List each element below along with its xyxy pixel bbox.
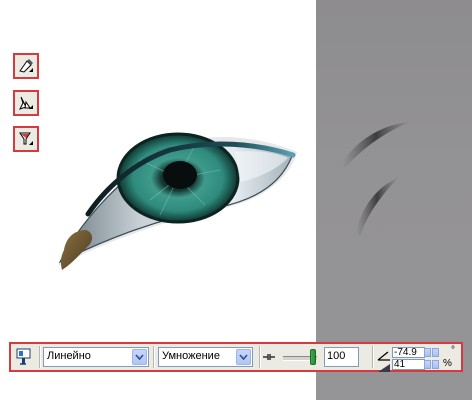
angle-icon <box>377 346 391 361</box>
edge-pad-field[interactable]: 41 <box>392 359 425 370</box>
opacity-value-field[interactable]: 100 <box>324 347 359 367</box>
eraser-pen-icon <box>19 59 33 73</box>
canvas-area[interactable]: Линейно Умножение 100 -74.9 ° 41 % <box>0 0 472 400</box>
transparency-tool-icon[interactable] <box>14 346 34 368</box>
edge-pad-decrement-button[interactable] <box>424 360 431 369</box>
pupil <box>163 161 197 189</box>
edge-pad-increment-button[interactable] <box>432 360 439 369</box>
opacity-slider-icon <box>262 349 276 363</box>
opacity-slider-thumb[interactable] <box>310 349 316 365</box>
edge-pad-unit: % <box>443 358 452 369</box>
merge-mode-select[interactable]: Умножение <box>158 347 253 367</box>
transparency-type-value: Линейно <box>47 350 91 362</box>
transparency-type-select[interactable]: Линейно <box>43 347 149 367</box>
opacity-value: 100 <box>327 350 346 362</box>
shadow-stroke-lower <box>356 178 398 236</box>
angle-field[interactable]: -74.9 <box>392 347 425 358</box>
angle-value: -74.9 <box>394 347 417 358</box>
chevron-down-icon[interactable] <box>132 349 147 365</box>
smear-brush-icon <box>19 132 33 145</box>
calligraphy-pen-tool-button[interactable] <box>13 90 39 116</box>
angle-unit: ° <box>451 345 455 356</box>
shadow-stroke-upper <box>342 122 410 168</box>
calligraphy-pen-icon <box>19 96 33 110</box>
property-bar: Линейно Умножение 100 -74.9 ° 41 % <box>9 342 463 372</box>
eraser-pen-tool-button[interactable] <box>13 53 39 79</box>
artwork[interactable] <box>0 0 472 400</box>
smear-brush-tool-button[interactable] <box>13 126 39 152</box>
merge-mode-value: Умножение <box>162 350 220 362</box>
edge-pad-value: 41 <box>394 359 406 370</box>
angle-decrement-button[interactable] <box>424 348 431 357</box>
chevron-down-icon[interactable] <box>236 349 251 365</box>
edge-pad-icon <box>377 358 391 372</box>
angle-increment-button[interactable] <box>432 348 439 357</box>
